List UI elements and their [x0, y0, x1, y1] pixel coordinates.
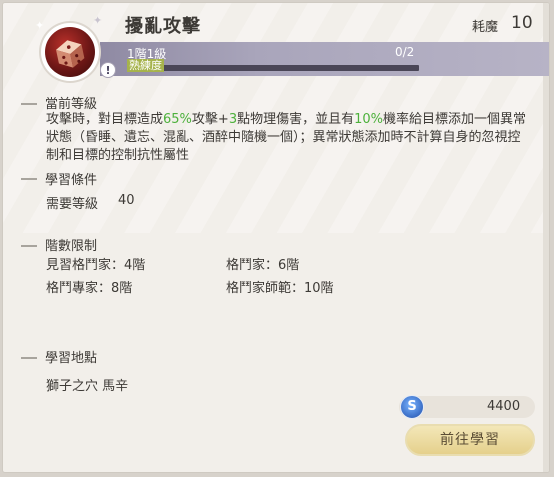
damage-percent: 65% — [163, 112, 192, 127]
proficiency-progress: 0/2 — [395, 45, 415, 59]
desc-text: 攻擊時，對目標造成 — [46, 112, 164, 127]
desc-text: 點物理傷害，並且有 — [237, 112, 355, 127]
proc-chance: 10% — [354, 112, 384, 127]
learn-location-value: 獅子之穴 馬辛 — [46, 379, 129, 394]
section-title-learn-requirement: 學習條件 — [45, 173, 98, 188]
skill-detail-panel: ✦ ✦ 擾亂攻擊 耗魔 10 1階1級 0/2 熟練度 ! 當前等級 攻擊時，對… — [2, 2, 550, 473]
proficiency-bar — [128, 65, 419, 71]
skill-name: 擾亂攻擊 — [125, 16, 201, 37]
rank-limit-item: 格鬥專家：8階 — [46, 281, 133, 296]
sparkle-icon: ✦ — [93, 14, 103, 27]
section-divider — [21, 178, 37, 180]
skill-icon-frame — [41, 23, 99, 81]
rank-limit-item: 格鬥家師範：10階 — [226, 281, 334, 296]
section-title-current-level: 當前等級 — [45, 97, 98, 112]
desc-text: 攻擊+ — [191, 112, 229, 127]
rank-limit-item: 見習格鬥家：4階 — [46, 258, 146, 273]
skill-description: 攻擊時，對目標造成65%攻擊+3點物理傷害，並且有10%機率給目標添加一個異常狀… — [46, 111, 532, 165]
coin-amount: 4400 — [487, 399, 521, 414]
section-title-rank-limit: 階數限制 — [45, 239, 98, 254]
required-level-label: 需要等級 — [46, 197, 99, 212]
section-divider — [21, 103, 37, 105]
section-divider — [21, 357, 37, 359]
section-title-learn-location: 學習地點 — [45, 351, 98, 366]
rank-limit-item: 格鬥家：6階 — [226, 258, 300, 273]
bonus-damage: 3 — [228, 112, 238, 127]
required-level-value: 40 — [118, 193, 135, 208]
dice-icon — [45, 27, 95, 77]
proficiency-label: 熟練度 — [127, 59, 164, 72]
go-learn-button[interactable]: 前往學習 — [405, 424, 535, 456]
silver-coin-icon: S — [400, 395, 424, 419]
info-icon[interactable]: ! — [100, 62, 116, 78]
mana-cost-value: 10 — [511, 13, 533, 33]
section-divider — [21, 245, 37, 247]
sparkle-icon: ✦ — [35, 19, 45, 32]
mana-cost-label: 耗魔 — [472, 20, 499, 35]
